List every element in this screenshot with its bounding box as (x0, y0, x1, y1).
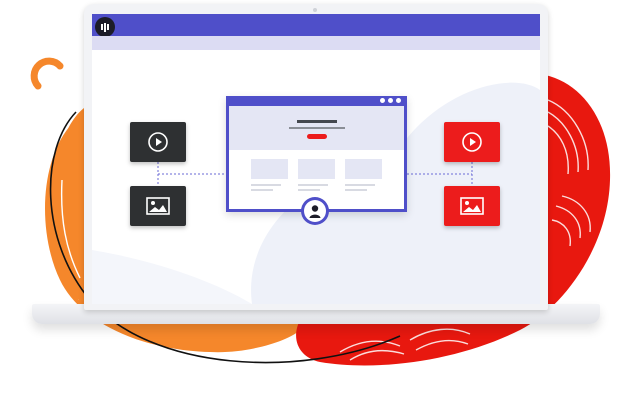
card-text-placeholder (298, 189, 320, 191)
hero-section (229, 106, 404, 150)
content-card (251, 159, 288, 179)
card-text-placeholder (298, 184, 328, 186)
image-icon (146, 197, 170, 215)
hero-text-placeholder (289, 127, 345, 129)
play-icon (148, 132, 168, 152)
video-tile-left (130, 122, 186, 162)
image-tile-right (444, 186, 500, 226)
image-icon (460, 197, 484, 215)
illustration (0, 0, 641, 408)
hero-button-placeholder (307, 134, 327, 139)
webpage-mockup (226, 96, 407, 212)
content-card (298, 159, 335, 179)
window-dot (380, 98, 385, 103)
image-tile-left (130, 186, 186, 226)
window-dot (388, 98, 393, 103)
play-icon (462, 132, 482, 152)
avatar-inner (304, 200, 326, 222)
window-title-bar (92, 14, 540, 37)
bars-logo-icon (95, 17, 115, 37)
card-text-placeholder (345, 189, 367, 191)
hero-heading-placeholder (297, 120, 337, 123)
user-icon (309, 205, 321, 218)
window-dot (396, 98, 401, 103)
user-avatar-icon (301, 197, 329, 225)
card-text-placeholder (345, 184, 375, 186)
orange-arc-decoration (30, 57, 64, 90)
card-text-placeholder (251, 189, 273, 191)
card-text-placeholder (251, 184, 281, 186)
video-tile-right (444, 122, 500, 162)
window-controls (380, 98, 401, 103)
content-card (345, 159, 382, 179)
window-toolbar (92, 36, 540, 50)
camera-dot (313, 8, 317, 12)
